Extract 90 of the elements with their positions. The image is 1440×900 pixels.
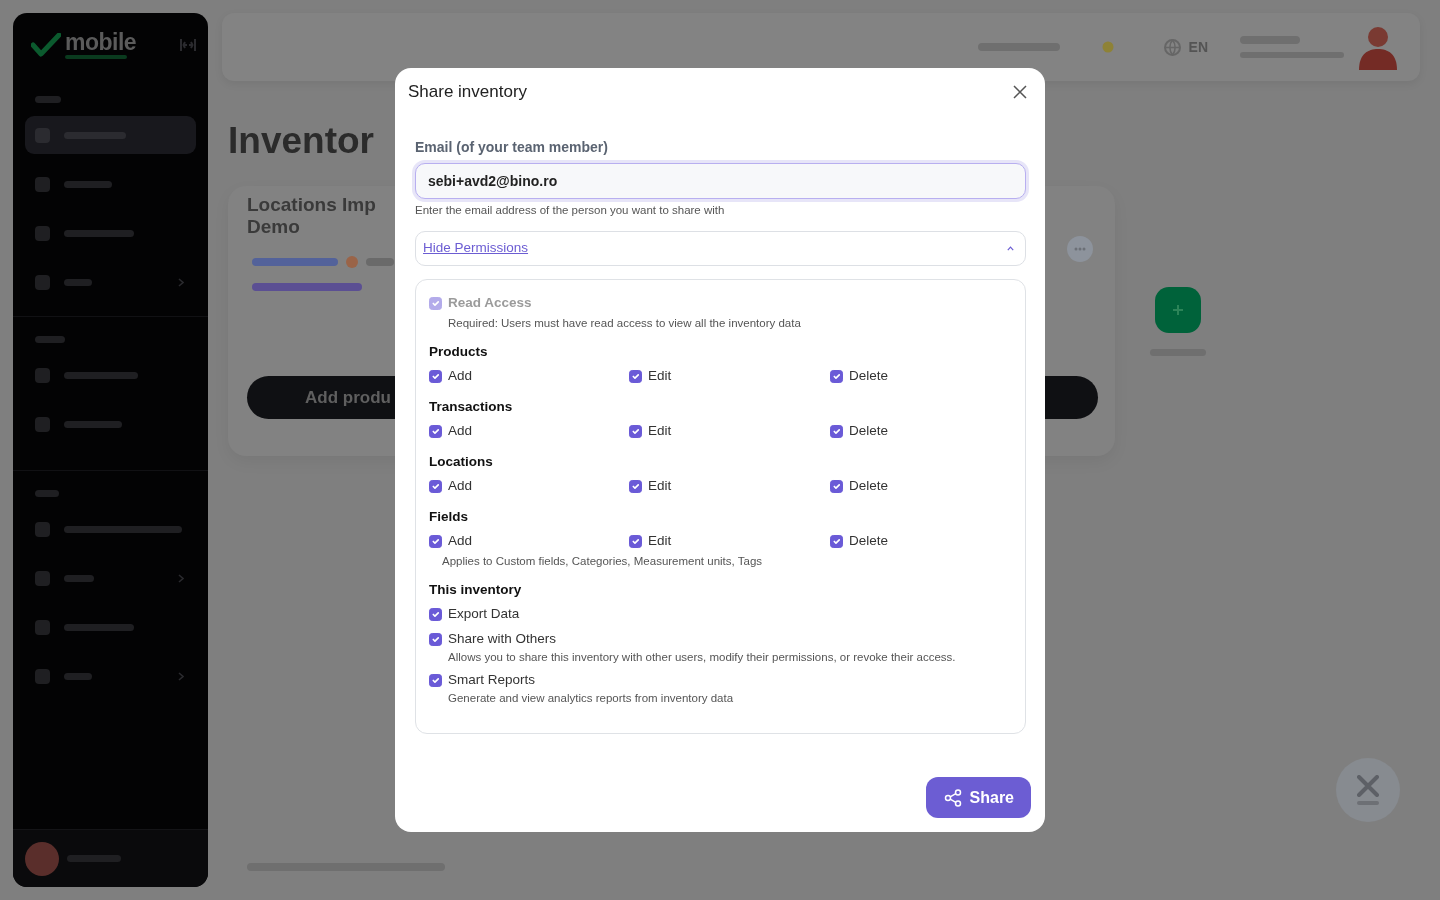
- permission-note: Applies to Custom fields, Categories, Measurement units, Tags: [442, 554, 764, 568]
- blurred-label: [35, 336, 65, 343]
- blurred-label: [64, 623, 134, 631]
- close-icon: [1013, 85, 1027, 99]
- checkmark-logo-icon: [31, 33, 61, 57]
- permission-description: Generate and view analytics reports from inventory data: [448, 691, 735, 705]
- blurred-label: [35, 490, 59, 497]
- email-field[interactable]: sebi+avd2@bino.ro: [415, 163, 1026, 199]
- checkbox[interactable]: [429, 534, 442, 548]
- checkbox[interactable]: [429, 424, 442, 438]
- dialog-title: Share inventory: [408, 81, 528, 103]
- blurred-icon: [35, 225, 50, 241]
- blurred-icon: [35, 668, 50, 684]
- permission-description: Required: Users must have read access to view all the inventory data: [448, 316, 802, 330]
- checkbox[interactable]: [429, 369, 442, 383]
- section-title: Transactions: [429, 398, 514, 416]
- blurred-label: [64, 420, 122, 428]
- checkbox-label[interactable]: Smart Reports: [448, 671, 536, 689]
- section-title: Fields: [429, 508, 469, 526]
- checkbox-label[interactable]: Add: [448, 367, 473, 385]
- status-dot-icon: [346, 256, 358, 268]
- blurred-label: [64, 672, 92, 680]
- blurred-label: [65, 55, 127, 59]
- cross-icon: [1357, 775, 1379, 797]
- blurred-label: [64, 278, 92, 286]
- checkbox-label[interactable]: Add: [448, 422, 473, 440]
- blurred-label: [64, 574, 94, 582]
- blurred-icon: [35, 619, 50, 635]
- chevron-right-icon: [178, 573, 184, 583]
- permissions-toggle[interactable]: Hide Permissions: [415, 231, 1026, 266]
- checkbox-label[interactable]: Edit: [648, 477, 672, 495]
- checkbox[interactable]: [629, 424, 642, 438]
- user-panel[interactable]: [13, 829, 208, 887]
- chevron-right-icon: [178, 671, 184, 681]
- person-silhouette-icon[interactable]: [1356, 24, 1400, 70]
- plus-icon: [1173, 305, 1183, 315]
- blurred-icon: [35, 521, 50, 537]
- checkbox[interactable]: [429, 479, 442, 493]
- blurred-label: [64, 180, 112, 188]
- blurred-icon: [35, 274, 50, 290]
- checkbox[interactable]: [830, 479, 843, 493]
- help-text: Enter the email address of the person you want to share with: [415, 203, 726, 217]
- globe-icon[interactable]: [1163, 38, 1181, 56]
- checkbox-label[interactable]: Edit: [648, 367, 672, 385]
- section-title: This inventory: [429, 581, 523, 599]
- checkbox-label[interactable]: Edit: [648, 422, 672, 440]
- close-button[interactable]: [1012, 84, 1028, 100]
- checkbox[interactable]: [629, 369, 642, 383]
- checkbox[interactable]: [830, 424, 843, 438]
- page-heading: Inventor: [228, 119, 374, 163]
- chevron-right-icon: [178, 277, 184, 287]
- blurred-icon: [35, 416, 50, 432]
- sidebar-item[interactable]: [25, 116, 196, 154]
- share-button[interactable]: Share: [925, 777, 1031, 818]
- checkbox-label[interactable]: Share with Others: [448, 630, 557, 648]
- checkbox[interactable]: [629, 479, 642, 493]
- checkbox-label[interactable]: Delete: [849, 532, 889, 550]
- blurred-icon: [35, 176, 50, 192]
- checkbox-label[interactable]: Delete: [849, 422, 889, 440]
- avatar: [25, 841, 59, 876]
- logo-text: mobile: [65, 31, 137, 53]
- section-title: Locations: [429, 453, 494, 471]
- share-icon: [943, 788, 962, 807]
- checkbox-label[interactable]: Edit: [648, 532, 672, 550]
- checkbox[interactable]: [429, 632, 442, 646]
- email-label: Email (of your team member): [415, 138, 609, 156]
- add-new-button[interactable]: [1155, 287, 1201, 333]
- checkbox[interactable]: [429, 673, 442, 687]
- blurred-icon: [35, 570, 50, 586]
- blurred-icon: [35, 367, 50, 383]
- collapse-icon[interactable]: [180, 38, 196, 52]
- checkbox-label[interactable]: Add: [448, 532, 473, 550]
- more-button[interactable]: [1067, 236, 1093, 262]
- checkbox-label[interactable]: Add: [448, 477, 473, 495]
- card-title: Locations Imp Demo: [247, 194, 377, 238]
- blurred-label: [64, 229, 134, 237]
- dot-icon[interactable]: [1101, 41, 1114, 53]
- checkbox-label[interactable]: Delete: [849, 477, 889, 495]
- checkbox-label[interactable]: Export Data: [448, 605, 520, 623]
- blurred-label: [35, 96, 61, 103]
- chevron-up-icon: [1007, 246, 1014, 251]
- checkbox[interactable]: [830, 369, 843, 383]
- blurred-label: [366, 258, 394, 266]
- permission-description: Allows you to share this inventory with other users, modify their permissions, or revoke their access.: [448, 650, 957, 664]
- dots-icon: [1074, 247, 1086, 251]
- checkbox[interactable]: [429, 607, 442, 621]
- checkbox[interactable]: [830, 534, 843, 548]
- checkbox-label[interactable]: Delete: [849, 367, 889, 385]
- checkbox[interactable]: [629, 534, 642, 548]
- section-title: Products: [429, 343, 489, 361]
